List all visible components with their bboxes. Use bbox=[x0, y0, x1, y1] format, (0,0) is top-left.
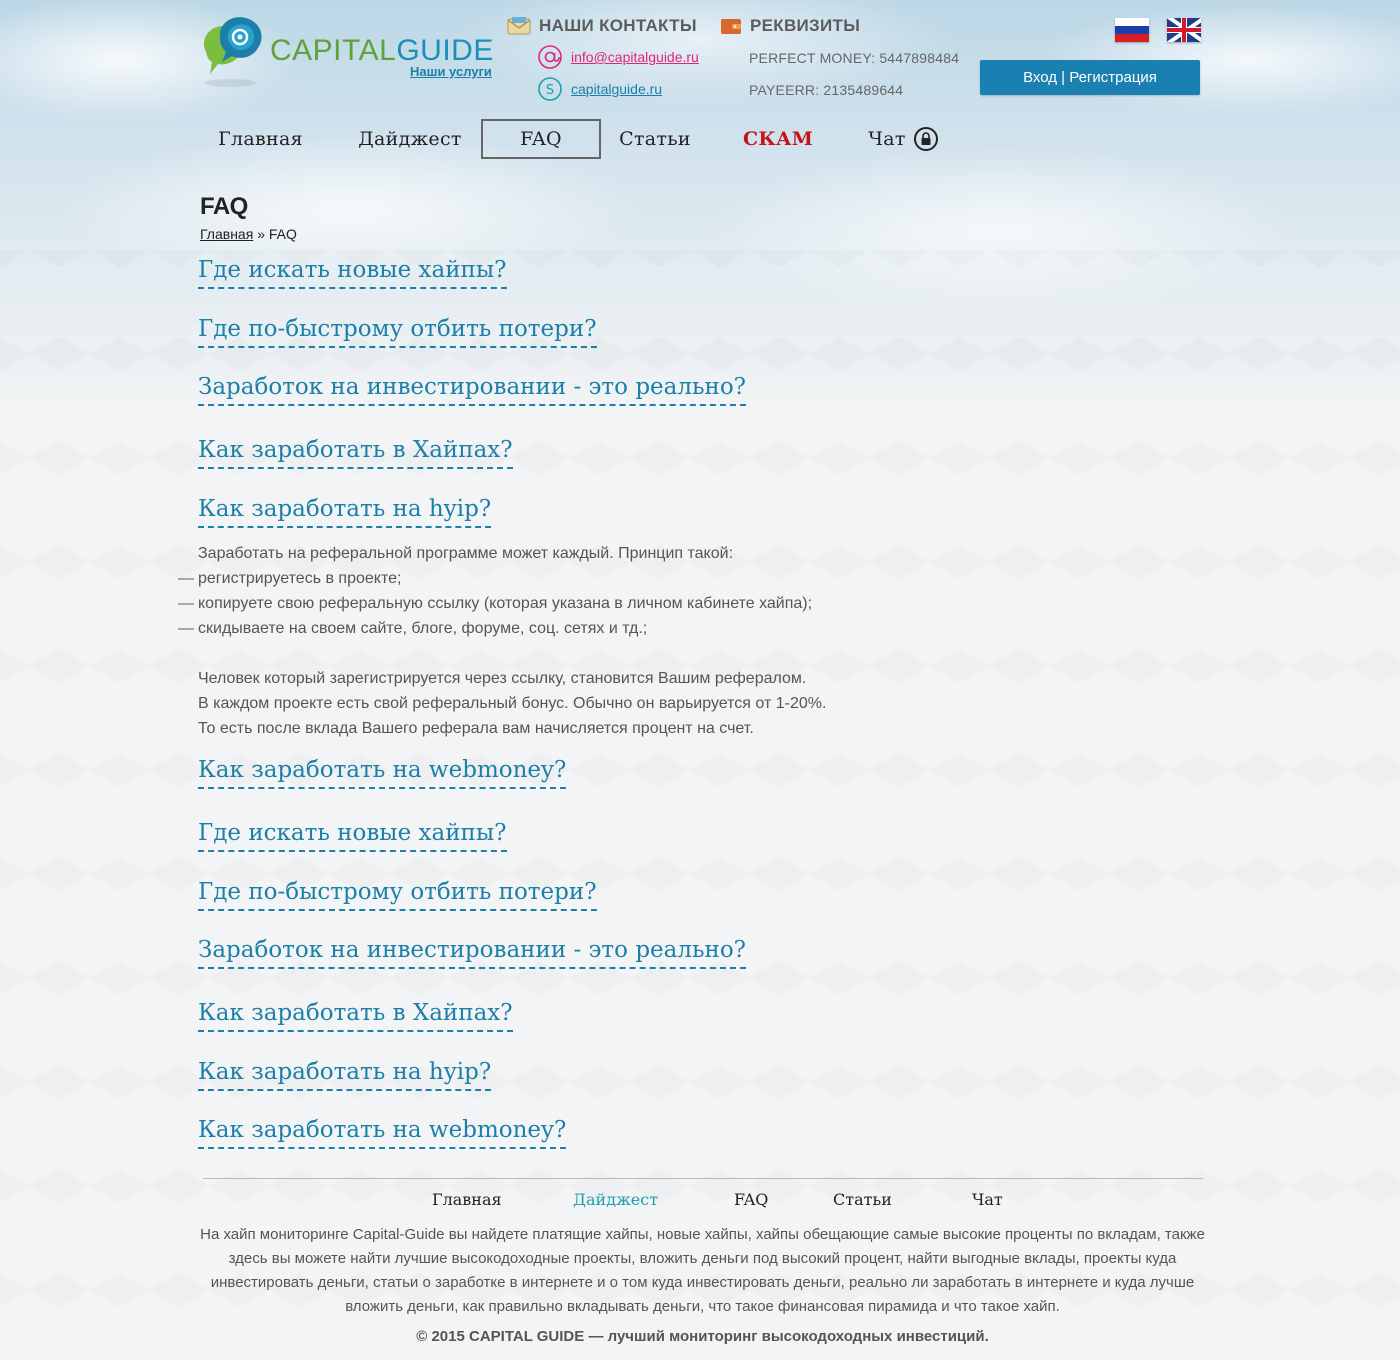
footer-copyright: © 2015 CAPITAL GUIDE — лучший мониторинг… bbox=[416, 1328, 989, 1345]
faq-question[interactable]: Как заработать на webmoney? bbox=[198, 1117, 567, 1149]
skype-icon: S bbox=[538, 77, 562, 101]
payeer-account: PAYEERR: 2135489644 bbox=[749, 82, 904, 98]
services-link[interactable]: Наши услуги bbox=[410, 64, 492, 79]
nav-digest[interactable]: Дайджест bbox=[345, 119, 475, 159]
answer-paragraph: Человек который зарегистрируется через с… bbox=[198, 670, 807, 687]
answer-intro: Заработать на реферальной программе може… bbox=[198, 545, 734, 562]
wallet-icon bbox=[721, 19, 741, 34]
nav-home[interactable]: Главная bbox=[200, 119, 321, 159]
login-register-button[interactable]: Вход | Регистрация bbox=[980, 60, 1200, 95]
answer-paragraph: То есть после вклада Вашего реферала вам… bbox=[198, 720, 754, 737]
faq-question[interactable]: Как заработать в Хайпах? bbox=[198, 437, 513, 469]
email-row: info@capitalguide.ru bbox=[537, 44, 699, 70]
flag-uk-icon[interactable] bbox=[1167, 18, 1201, 42]
skype-row: S capitalguide.ru bbox=[537, 76, 662, 102]
answer-list-item: скидываете на своем сайте, блоге, форуме… bbox=[178, 616, 826, 641]
faq-question[interactable]: Где искать новые хайпы? bbox=[198, 820, 507, 852]
at-sign-icon bbox=[538, 45, 562, 69]
faq-question[interactable]: Где по-быстрому отбить потери? bbox=[198, 316, 597, 348]
breadcrumb: Главная » FAQ bbox=[200, 226, 297, 242]
faq-question[interactable]: Как заработать на webmoney? bbox=[198, 757, 567, 789]
faq-answer: Заработать на реферальной программе може… bbox=[178, 541, 827, 741]
nav-chat[interactable]: Чат bbox=[858, 119, 948, 159]
nav-chat-label: Чат bbox=[868, 128, 906, 150]
logo-text-capital: CAPITAL bbox=[270, 34, 397, 67]
svg-text:S: S bbox=[546, 83, 554, 98]
requisites-heading: РЕКВИЗИТЫ bbox=[720, 16, 860, 36]
faq-question[interactable]: Где по-быстрому отбить потери? bbox=[198, 879, 597, 911]
faq-question[interactable]: Как заработать в Хайпах? bbox=[198, 1000, 513, 1032]
nav-articles[interactable]: Статьи bbox=[610, 119, 700, 159]
page-title: FAQ bbox=[200, 193, 248, 220]
faq-question[interactable]: Заработок на инвестировании - это реальн… bbox=[198, 374, 747, 406]
nav-scam[interactable]: СКАМ bbox=[733, 119, 823, 159]
perfect-money-account: PERFECT MONEY: 5447898484 bbox=[749, 50, 960, 66]
envelope-icon bbox=[507, 17, 531, 35]
footer-nav-home[interactable]: Главная bbox=[432, 1190, 502, 1209]
footer-nav-chat[interactable]: Чат bbox=[972, 1190, 1003, 1209]
logo-text-guide: GUIDE bbox=[396, 34, 494, 67]
contacts-title: НАШИ КОНТАКТЫ bbox=[539, 16, 697, 35]
breadcrumb-current: FAQ bbox=[268, 226, 297, 242]
site-logo[interactable]: CAPITALGUIDE Наши услуги bbox=[198, 12, 493, 90]
breadcrumb-home-link[interactable]: Главная bbox=[200, 226, 253, 242]
faq-question[interactable]: Как заработать на hyip? bbox=[198, 1059, 492, 1091]
language-switcher bbox=[1115, 18, 1201, 42]
faq-question[interactable]: Где искать новые хайпы? bbox=[198, 257, 507, 289]
footer-nav-faq[interactable]: FAQ bbox=[734, 1190, 768, 1209]
answer-paragraph: В каждом проекте есть свой реферальный б… bbox=[198, 695, 827, 712]
skype-link[interactable]: capitalguide.ru bbox=[571, 81, 662, 97]
answer-list-item: копируете свою реферальную ссылку (котор… bbox=[178, 591, 826, 616]
requisites-title: РЕКВИЗИТЫ bbox=[750, 16, 861, 35]
faq-question[interactable]: Заработок на инвестировании - это реальн… bbox=[198, 937, 747, 969]
flag-ru-icon[interactable] bbox=[1115, 18, 1149, 42]
nav-faq[interactable]: FAQ bbox=[481, 119, 601, 159]
logo-bubbles-icon bbox=[204, 17, 262, 87]
faq-question-expanded[interactable]: Как заработать на hyip? bbox=[198, 496, 492, 528]
footer-nav-digest[interactable]: Дайджест bbox=[573, 1190, 658, 1209]
footer-nav-articles[interactable]: Статьи bbox=[833, 1190, 892, 1209]
footer-divider bbox=[203, 1178, 1203, 1179]
answer-list-item: регистрируетесь в проекте; bbox=[178, 566, 826, 591]
email-link[interactable]: info@capitalguide.ru bbox=[571, 49, 699, 65]
footer-description: На хайп мониторинге Capital-Guide вы най… bbox=[200, 1226, 1205, 1315]
contacts-heading: НАШИ КОНТАКТЫ bbox=[507, 16, 697, 36]
breadcrumb-separator: » bbox=[257, 226, 265, 242]
lock-icon bbox=[913, 127, 938, 151]
